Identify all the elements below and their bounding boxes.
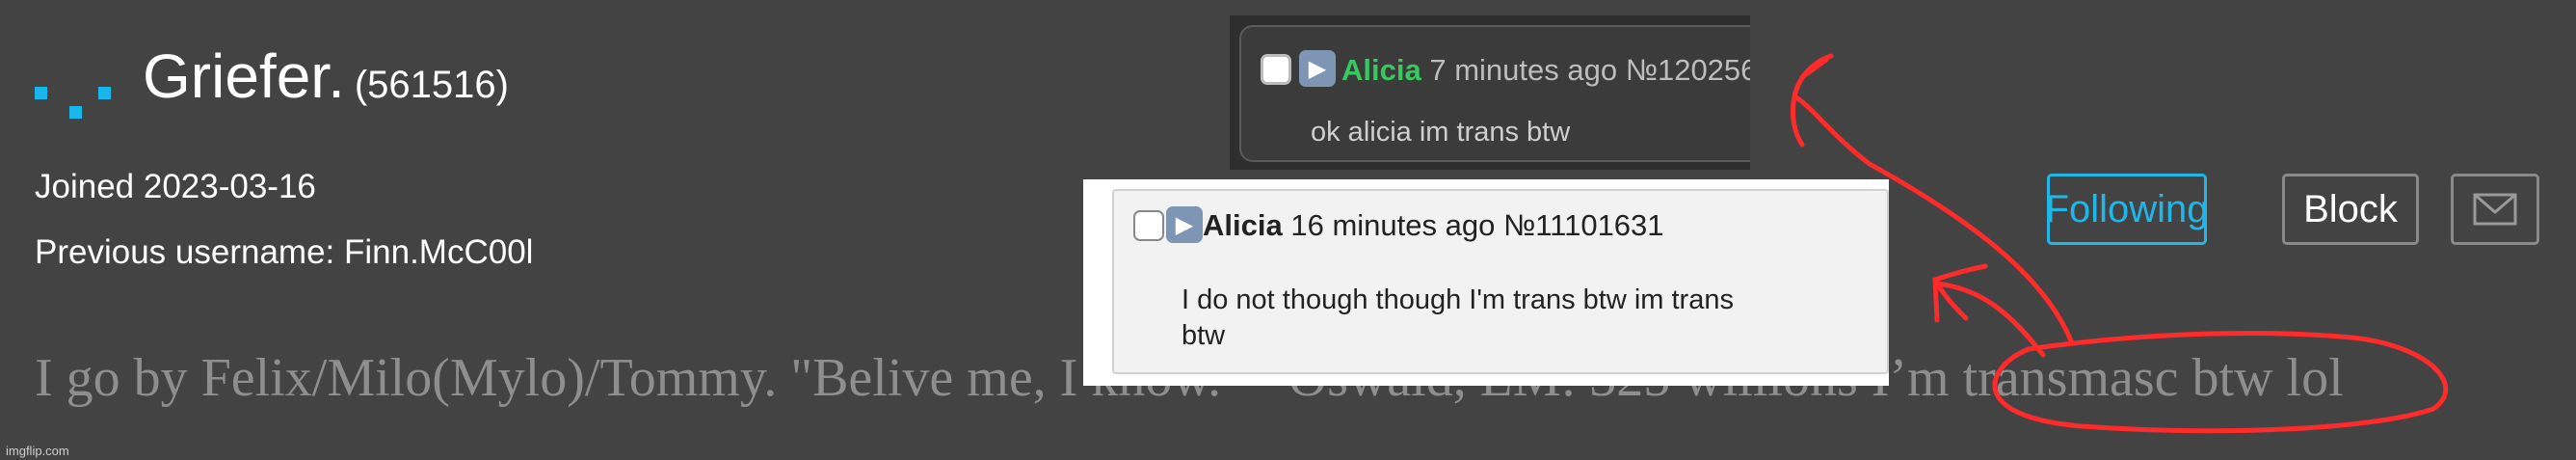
red-annotation-drawing	[1790, 53, 2449, 434]
imgflip-watermark: imgflip.com	[6, 444, 69, 458]
